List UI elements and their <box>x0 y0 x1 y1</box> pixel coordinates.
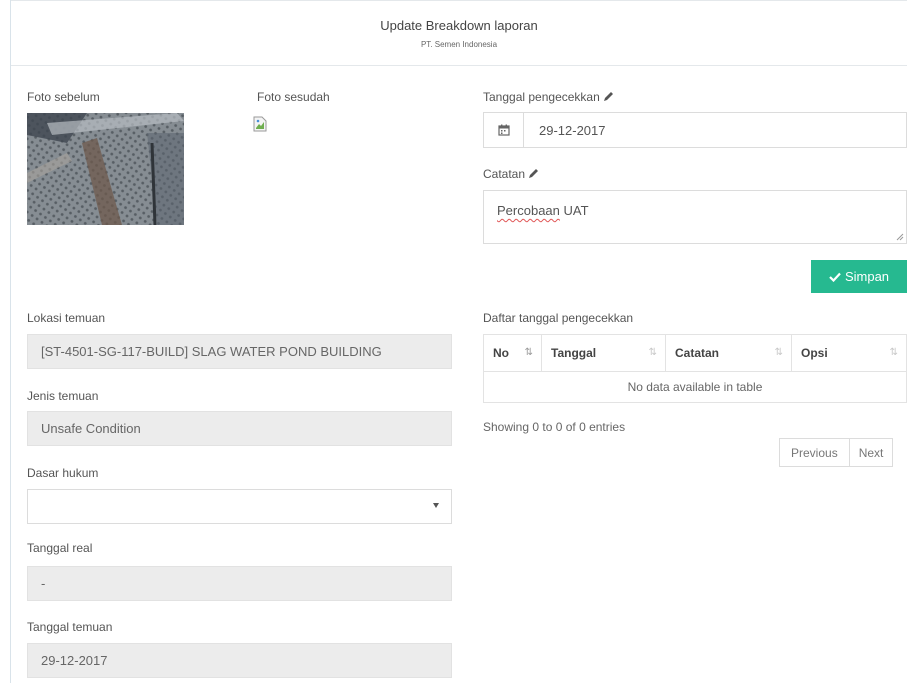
chevron-down-icon <box>433 503 439 508</box>
jenis-temuan-field: Unsafe Condition <box>27 411 452 446</box>
history-table: No ⇅ Tanggal ⇅ Catatan ⇅ Opsi ⇅ No data avai… <box>483 334 907 403</box>
sort-asc-icon: ⇅ <box>524 347 533 358</box>
foto-sebelum-image <box>27 113 184 225</box>
catatan-value: Percobaan UAT <box>497 203 589 218</box>
check-icon <box>829 272 841 282</box>
empty-table-message: No data available in table <box>483 371 907 403</box>
pencil-icon <box>604 92 614 101</box>
tanggal-real-label: Tanggal real <box>27 541 93 555</box>
tanggal-real-field: - <box>27 566 452 601</box>
sort-icon: ⇅ <box>774 347 783 358</box>
tanggal-pengecekkan-label: Tanggal pengecekkan <box>483 90 614 104</box>
panel-header: Update Breakdown laporan PT. Semen Indon… <box>11 0 907 66</box>
previous-button[interactable]: Previous <box>780 439 849 466</box>
lokasi-temuan-field: [ST-4501-SG-117-BUILD] SLAG WATER POND B… <box>27 334 452 369</box>
broken-image-icon <box>253 116 267 132</box>
page-subtitle: PT. Semen Indonesia <box>420 40 498 49</box>
dasar-hukum-label: Dasar hukum <box>27 466 99 480</box>
tanggal-pengecekkan-value: 29-12-2017 <box>539 123 606 138</box>
foto-sesudah-label: Foto sesudah <box>257 90 330 104</box>
page-title: Update Breakdown laporan <box>380 18 538 33</box>
foto-sebelum-label: Foto sebelum <box>27 90 100 104</box>
resize-handle-icon[interactable] <box>896 233 904 241</box>
column-header-tanggal[interactable]: Tanggal ⇅ <box>541 334 666 372</box>
simpan-button[interactable]: Simpan <box>811 260 907 293</box>
tanggal-temuan-label: Tanggal temuan <box>27 620 113 634</box>
catatan-label: Catatan <box>483 167 539 181</box>
next-button[interactable]: Next <box>848 439 893 466</box>
tanggal-pengecekkan-input[interactable]: 29-12-2017 <box>483 112 907 148</box>
sort-icon: ⇅ <box>648 347 657 358</box>
sort-icon: ⇅ <box>889 347 898 358</box>
column-header-catatan[interactable]: Catatan ⇅ <box>665 334 792 372</box>
daftar-tanggal-title: Daftar tanggal pengecekkan <box>483 311 634 325</box>
table-row: No data available in table <box>483 371 907 403</box>
lokasi-temuan-label: Lokasi temuan <box>27 311 106 325</box>
pagination: Previous Next <box>779 438 894 467</box>
dasar-hukum-select[interactable] <box>27 489 452 524</box>
catatan-textarea[interactable]: Percobaan UAT <box>483 190 907 244</box>
calendar-icon <box>484 113 524 147</box>
pencil-icon <box>529 169 539 178</box>
column-header-no[interactable]: No ⇅ <box>483 334 542 372</box>
jenis-temuan-label: Jenis temuan <box>27 389 99 403</box>
column-header-opsi[interactable]: Opsi ⇅ <box>791 334 907 372</box>
tanggal-temuan-field: 29-12-2017 <box>27 643 452 678</box>
table-info: Showing 0 to 0 of 0 entries <box>483 420 626 434</box>
